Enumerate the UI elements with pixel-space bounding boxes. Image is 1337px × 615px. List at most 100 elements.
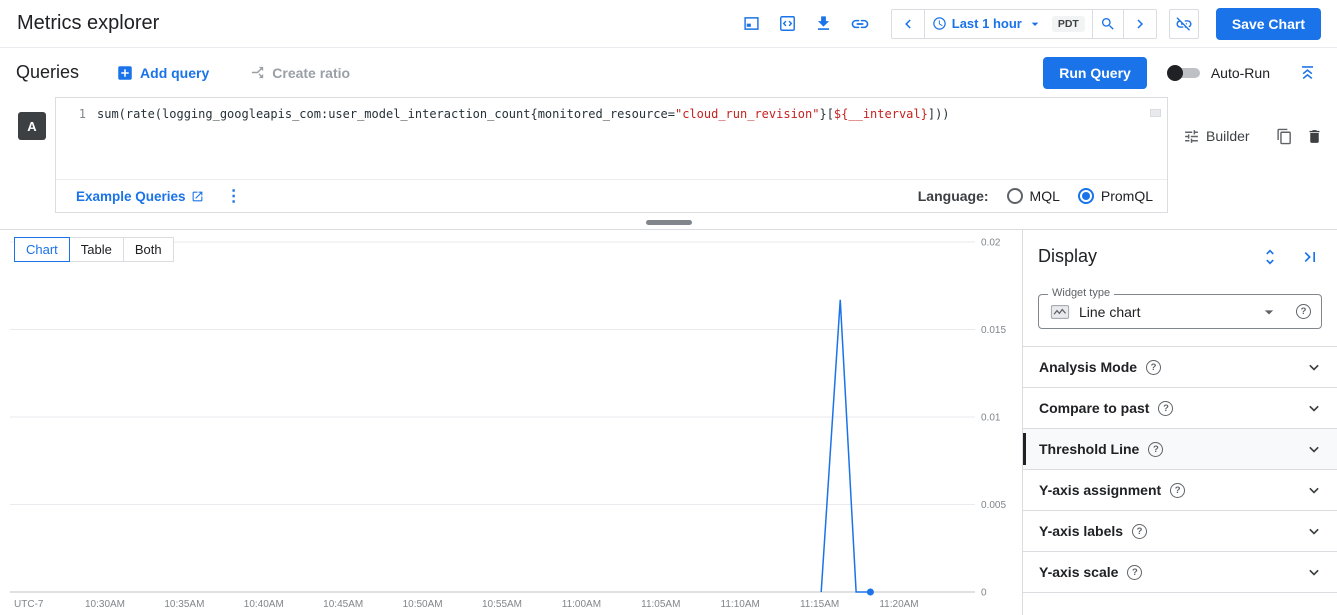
section-compare-to-past[interactable]: Compare to past? <box>1023 388 1337 429</box>
chevron-down-icon[interactable] <box>1304 357 1324 377</box>
query-card: 1 sum(rate(logging_googleapis_com:user_m… <box>55 97 1168 213</box>
copy-link-icon[interactable] <box>850 14 870 34</box>
time-range-label: Last 1 hour <box>952 16 1022 31</box>
section-y-axis-scale[interactable]: Y-axis scale? <box>1023 552 1337 593</box>
chevron-down-icon[interactable] <box>1304 398 1324 418</box>
section-threshold-line[interactable]: Threshold Line? <box>1023 429 1337 470</box>
auto-run-toggle[interactable] <box>1167 65 1201 81</box>
query-badge-column: A <box>0 97 55 213</box>
question-help-icon[interactable]: ? <box>1132 524 1147 539</box>
language-option-promql[interactable]: PromQL <box>1078 188 1153 204</box>
copy-icon[interactable] <box>1276 128 1293 145</box>
tab-chart[interactable]: Chart <box>14 237 70 262</box>
create-ratio-button[interactable]: Create ratio <box>249 64 350 81</box>
display-panel: Display Widget type Line chart ? Analysi… <box>1022 230 1337 615</box>
builder-button[interactable]: Builder <box>1183 128 1250 145</box>
active-row-indicator <box>1023 433 1026 465</box>
time-back-button[interactable] <box>892 10 924 38</box>
svg-text:11:15AM: 11:15AM <box>800 599 839 610</box>
svg-text:0.02: 0.02 <box>981 238 1001 249</box>
tab-both[interactable]: Both <box>123 237 174 262</box>
section-label: Compare to past <box>1039 400 1149 416</box>
svg-text:11:05AM: 11:05AM <box>641 599 680 610</box>
chevron-down-icon[interactable] <box>1304 480 1324 500</box>
widget-type-value: Line chart <box>1079 304 1140 320</box>
embed-code-icon[interactable] <box>778 14 797 33</box>
tab-table[interactable]: Table <box>69 237 124 262</box>
add-query-button[interactable]: Add query <box>116 64 209 82</box>
create-ratio-icon <box>249 64 266 81</box>
chevron-down-icon[interactable] <box>1304 439 1324 459</box>
question-help-icon[interactable]: ? <box>1158 401 1173 416</box>
tune-icon <box>1183 128 1200 145</box>
chevron-down-icon[interactable] <box>1304 562 1324 582</box>
section-label: Y-axis assignment <box>1039 482 1161 498</box>
unfold-more-icon[interactable] <box>1260 247 1280 267</box>
radio-selected-icon[interactable] <box>1078 188 1094 204</box>
query-editor[interactable]: 1 sum(rate(logging_googleapis_com:user_m… <box>56 98 1167 179</box>
display-sections: Analysis Mode?Compare to past?Threshold … <box>1023 346 1337 593</box>
zoom-icon[interactable] <box>1092 10 1123 38</box>
svg-text:10:30AM: 10:30AM <box>85 599 125 610</box>
query-actions: Builder <box>1168 97 1337 157</box>
language-label: Language: <box>918 188 989 204</box>
time-forward-button[interactable] <box>1123 10 1156 38</box>
time-range-button[interactable]: Last 1 hour PDT <box>924 10 1092 38</box>
topbar-actions: Last 1 hour PDT Save Chart <box>742 8 1321 40</box>
display-title: Display <box>1038 246 1240 267</box>
chevron-down-icon[interactable] <box>1304 521 1324 541</box>
collapse-panel-icon[interactable] <box>1300 247 1320 267</box>
svg-text:11:20AM: 11:20AM <box>879 599 918 610</box>
query-row: A 1 sum(rate(logging_googleapis_com:user… <box>0 97 1337 213</box>
download-icon[interactable] <box>814 14 833 33</box>
svg-text:0.01: 0.01 <box>981 413 1001 424</box>
toggle-thumb <box>1167 65 1183 81</box>
question-help-icon[interactable]: ? <box>1148 442 1163 457</box>
save-chart-button[interactable]: Save Chart <box>1216 8 1321 40</box>
svg-text:10:50AM: 10:50AM <box>403 599 443 610</box>
svg-text:11:10AM: 11:10AM <box>721 599 760 610</box>
run-query-button[interactable]: Run Query <box>1043 57 1147 89</box>
example-queries-link[interactable]: Example Queries <box>76 189 204 204</box>
view-tabs: ChartTableBoth <box>14 237 174 262</box>
svg-text:0.005: 0.005 <box>981 500 1006 511</box>
section-y-axis-assignment[interactable]: Y-axis assignment? <box>1023 470 1337 511</box>
link-off-icon[interactable] <box>1169 9 1199 39</box>
svg-text:10:45AM: 10:45AM <box>323 599 363 610</box>
svg-text:10:55AM: 10:55AM <box>482 599 522 610</box>
add-box-icon <box>116 64 134 82</box>
language-options: MQL PromQL <box>1007 188 1153 204</box>
topbar: Metrics explorer Last 1 hour <box>0 0 1337 48</box>
section-analysis-mode[interactable]: Analysis Mode? <box>1023 347 1337 388</box>
timezone-badge[interactable]: PDT <box>1052 16 1085 32</box>
query-code[interactable]: sum(rate(logging_googleapis_com:user_mod… <box>97 107 950 179</box>
section-label: Analysis Mode <box>1039 359 1137 375</box>
open-in-new-icon <box>191 190 204 203</box>
question-help-icon[interactable]: ? <box>1146 360 1161 375</box>
section-label: Y-axis labels <box>1039 523 1123 539</box>
widget-type-help-icon[interactable]: ? <box>1296 304 1311 319</box>
language-option-mql[interactable]: MQL <box>1007 188 1060 204</box>
dropdown-arrow-icon[interactable] <box>1259 302 1279 322</box>
section-y-axis-labels[interactable]: Y-axis labels? <box>1023 511 1337 552</box>
svg-text:0: 0 <box>981 588 987 599</box>
time-range-control: Last 1 hour PDT <box>891 9 1157 39</box>
question-help-icon[interactable]: ? <box>1127 565 1142 580</box>
panel-splitter <box>0 213 1337 230</box>
kebab-menu-icon[interactable]: ⋮ <box>226 186 242 206</box>
collapse-queries-icon[interactable] <box>1298 63 1317 82</box>
display-panel-header: Display <box>1023 230 1337 283</box>
trash-icon[interactable] <box>1306 128 1323 145</box>
radio-unselected-icon[interactable] <box>1007 188 1023 204</box>
dropdown-arrow-icon <box>1027 16 1043 32</box>
svg-text:0.015: 0.015 <box>981 325 1006 336</box>
editor-footer: Example Queries ⋮ Language: MQL PromQL <box>56 179 1167 212</box>
editor-scrollbar[interactable] <box>1150 109 1161 117</box>
question-help-icon[interactable]: ? <box>1170 483 1185 498</box>
panel-icon[interactable] <box>742 14 761 33</box>
metrics-explorer-app: Metrics explorer Last 1 hour <box>0 0 1337 615</box>
widget-type-select[interactable]: Widget type Line chart ? <box>1038 294 1322 329</box>
query-letter-badge: A <box>18 112 46 140</box>
splitter-drag-handle[interactable] <box>646 220 692 225</box>
section-label: Y-axis scale <box>1039 564 1118 580</box>
